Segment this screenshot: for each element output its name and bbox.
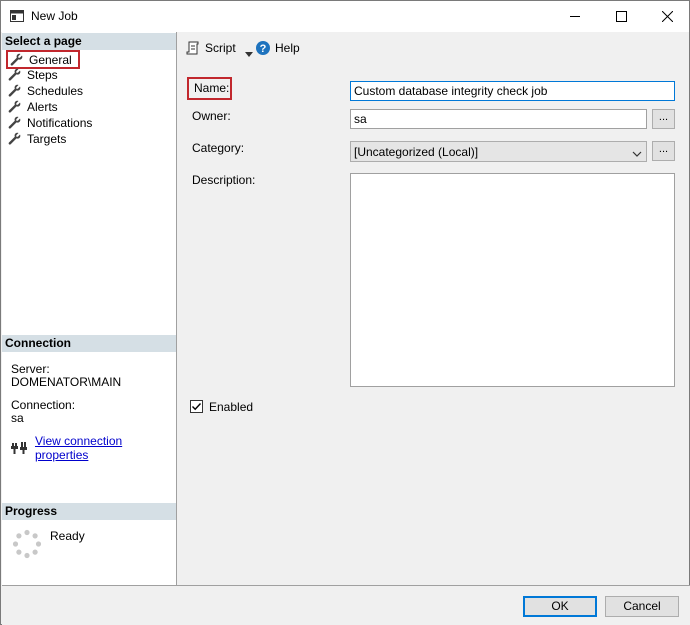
script-button[interactable]: Script — [186, 41, 253, 57]
select-page-header: Select a page — [2, 33, 176, 50]
view-connection-properties[interactable]: View connection properties — [11, 434, 176, 462]
wrench-icon — [10, 53, 23, 66]
wrench-icon — [8, 132, 21, 145]
page-item-alerts[interactable]: Alerts — [8, 99, 58, 114]
enabled-checkbox[interactable] — [190, 400, 203, 413]
connection-plug-icon — [11, 441, 27, 455]
progress-header: Progress — [2, 503, 176, 520]
dialog-button-bar: OK Cancel — [2, 585, 690, 625]
owner-field[interactable]: sa — [350, 109, 647, 129]
category-value: [Uncategorized (Local)] — [354, 145, 479, 159]
close-button[interactable] — [644, 1, 690, 31]
page-item-label: Alerts — [27, 99, 58, 114]
enabled-label: Enabled — [209, 400, 254, 414]
script-label: Script — [205, 41, 236, 55]
wrench-icon — [8, 100, 21, 113]
page-item-targets[interactable]: Targets — [8, 131, 66, 146]
page-item-label: General — [29, 52, 72, 67]
page-item-label: Targets — [27, 131, 67, 146]
owner-label: Owner: — [192, 109, 231, 123]
page-item-label: Notifications — [27, 115, 93, 130]
view-connection-link[interactable]: View connection properties — [35, 434, 176, 462]
script-icon — [186, 41, 200, 55]
minimize-button[interactable] — [552, 1, 598, 31]
connection-header: Connection — [2, 335, 176, 352]
category-label: Category: — [192, 141, 245, 155]
connection-label: Connection: — [11, 398, 76, 412]
new-job-dialog: New Job Select a page General Steps Sche… — [0, 0, 690, 625]
title-bar: New Job — [1, 1, 689, 32]
category-select[interactable]: [Uncategorized (Local)] — [350, 141, 647, 162]
server-label: Server: — [11, 362, 50, 376]
page-item-label: Steps — [27, 67, 58, 82]
left-pane: Select a page General Steps Schedules Al… — [2, 32, 177, 585]
page-item-notifications[interactable]: Notifications — [8, 115, 92, 130]
name-label: Name: — [187, 77, 232, 100]
ok-button[interactable]: OK — [523, 596, 597, 617]
spinner-icon — [12, 529, 42, 559]
svg-text:?: ? — [260, 43, 267, 55]
description-label: Description: — [192, 173, 256, 187]
help-label: Help — [275, 41, 300, 55]
chevron-down-icon — [632, 147, 642, 161]
wrench-icon — [8, 84, 21, 97]
connection-value: sa — [11, 411, 24, 425]
checkmark-icon — [192, 403, 202, 411]
help-button[interactable]: ? Help — [256, 41, 300, 55]
page-item-label: Schedules — [27, 83, 84, 98]
wrench-icon — [8, 68, 21, 81]
wrench-icon — [8, 116, 21, 129]
progress-status: Ready — [50, 529, 85, 543]
page-item-steps[interactable]: Steps — [8, 67, 58, 82]
window-icon — [10, 10, 24, 22]
description-field[interactable] — [350, 173, 675, 387]
owner-browse-button[interactable]: ... — [652, 109, 675, 129]
general-page-panel: Script ? Help Name: Custom database inte… — [178, 32, 689, 585]
chevron-down-icon[interactable] — [244, 46, 253, 57]
maximize-button[interactable] — [598, 1, 644, 31]
cancel-button[interactable]: Cancel — [605, 596, 679, 617]
category-browse-button[interactable]: ... — [652, 141, 675, 161]
page-item-schedules[interactable]: Schedules — [8, 83, 83, 98]
name-field[interactable]: Custom database integrity check job — [350, 81, 675, 101]
window-title: New Job — [31, 9, 78, 23]
help-icon: ? — [256, 41, 270, 55]
server-value: DOMENATOR\MAIN — [11, 375, 122, 389]
